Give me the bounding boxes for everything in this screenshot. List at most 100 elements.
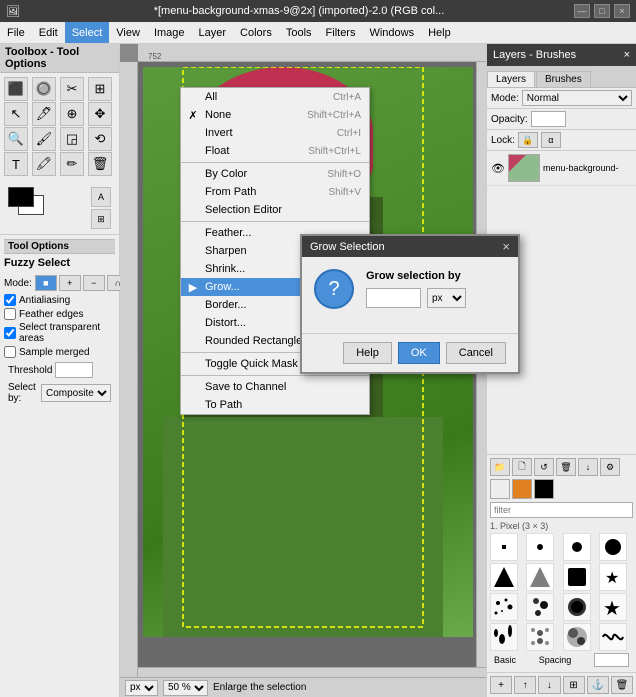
brush-cell-5[interactable] — [490, 563, 518, 591]
menu-entry-all[interactable]: All Ctrl+A — [181, 88, 369, 106]
mode-btn-subtract[interactable]: − — [83, 275, 105, 291]
mode-dropdown[interactable]: Normal — [522, 90, 632, 106]
tool-btn-16[interactable]: 🗑 — [88, 152, 112, 176]
tool-btn-3[interactable]: ✂ — [60, 77, 84, 101]
tool-btn-7[interactable]: ⊕ — [60, 102, 84, 126]
menu-select[interactable]: Select — [65, 22, 110, 43]
brush-cell-10[interactable] — [526, 593, 554, 621]
maximize-button[interactable]: □ — [594, 4, 610, 18]
menu-help[interactable]: Help — [421, 22, 458, 43]
tab-brushes[interactable]: Brushes — [536, 71, 591, 87]
brush-cell-11[interactable] — [563, 593, 591, 621]
brush-cell-3[interactable] — [563, 533, 591, 561]
tool-btn-11[interactable]: ◲ — [60, 127, 84, 151]
brush-cell-12[interactable]: ★ — [599, 593, 627, 621]
sample-merged-checkbox[interactable] — [4, 346, 16, 358]
grow-value-input[interactable]: 1 — [366, 288, 421, 308]
brush-new-btn[interactable]: 📁 — [490, 458, 510, 476]
menu-tools[interactable]: Tools — [279, 22, 319, 43]
color-swatch-fg[interactable] — [8, 187, 34, 207]
opacity-input[interactable]: 100.0 — [531, 111, 566, 127]
tool-btn-10[interactable]: 🖌 — [32, 127, 56, 151]
brush-settings-btn[interactable]: ⚙ — [600, 458, 620, 476]
brush-folder-btn[interactable]: 🗋 — [512, 458, 532, 476]
ok-button[interactable]: OK — [398, 342, 440, 364]
lower-layer-btn[interactable]: ↓ — [538, 676, 560, 694]
menu-entry-invert[interactable]: Invert Ctrl+I — [181, 124, 369, 142]
brush-cell-9[interactable] — [490, 593, 518, 621]
spacing-input[interactable]: 20.0 — [594, 653, 629, 667]
lock-alpha-btn[interactable]: α — [541, 132, 561, 148]
menu-entry-by-color[interactable]: By Color Shift+O — [181, 165, 369, 183]
raise-layer-btn[interactable]: ↑ — [514, 676, 536, 694]
cancel-button[interactable]: Cancel — [446, 342, 506, 364]
menu-entry-none[interactable]: ✗ None Shift+Ctrl+A — [181, 106, 369, 124]
layers-close-icon[interactable]: × — [624, 49, 630, 61]
brush-refresh-btn[interactable]: ↺ — [534, 458, 554, 476]
menu-entry-selection-editor[interactable]: Selection Editor — [181, 201, 369, 219]
brush-cell-13[interactable] — [490, 623, 518, 651]
tool-btn-15[interactable]: ✏ — [60, 152, 84, 176]
brush-to-image-btn[interactable]: ↓ — [578, 458, 598, 476]
grow-unit-select[interactable]: px in mm pt — [427, 288, 466, 308]
brush-cell-4[interactable] — [599, 533, 627, 561]
menu-entry-save-channel[interactable]: Save to Channel — [181, 378, 369, 396]
help-button[interactable]: Help — [343, 342, 392, 364]
brush-cell-7[interactable] — [563, 563, 591, 591]
tool-btn-4[interactable]: ⊞ — [88, 77, 112, 101]
delete-layer-btn[interactable]: 🗑 — [611, 676, 633, 694]
menu-layer[interactable]: Layer — [192, 22, 234, 43]
tool-btn-2[interactable]: 🔘 — [32, 77, 56, 101]
menu-filters[interactable]: Filters — [319, 22, 363, 43]
dialog-close-icon[interactable]: × — [502, 239, 510, 254]
feather-checkbox[interactable] — [4, 308, 16, 320]
mode-btn-add[interactable]: + — [59, 275, 81, 291]
close-button[interactable]: × — [614, 4, 630, 18]
brush-cell-15[interactable] — [563, 623, 591, 651]
tool-btn-9[interactable]: 🔍 — [4, 127, 28, 151]
anchor-layer-btn[interactable]: ⚓ — [587, 676, 609, 694]
lock-pixels-btn[interactable]: 🔒 — [518, 132, 538, 148]
tool-misc-2[interactable]: ⊞ — [91, 209, 111, 229]
zoom-select[interactable]: 50 % — [163, 680, 208, 696]
brush-swatch-1[interactable] — [490, 479, 510, 499]
duplicate-layer-btn[interactable]: ⊞ — [563, 676, 585, 694]
menu-image[interactable]: Image — [147, 22, 192, 43]
tool-btn-14[interactable]: 🖍 — [32, 152, 56, 176]
tool-fuzzy-select[interactable]: ⬛ — [4, 77, 28, 101]
brush-delete-btn[interactable]: 🗑 — [556, 458, 576, 476]
brush-cell-1[interactable] — [490, 533, 518, 561]
tool-btn-8[interactable]: ✥ — [88, 102, 112, 126]
transparent-checkbox[interactable] — [4, 327, 16, 339]
px-select[interactable]: px — [125, 680, 158, 696]
menu-windows[interactable]: Windows — [362, 22, 421, 43]
menu-edit[interactable]: Edit — [32, 22, 65, 43]
minimize-button[interactable]: — — [574, 4, 590, 18]
hscroll[interactable] — [138, 667, 486, 677]
brush-cell-8[interactable]: ★ — [599, 563, 627, 591]
menu-entry-to-path[interactable]: To Path — [181, 396, 369, 414]
menu-colors[interactable]: Colors — [233, 22, 279, 43]
brush-cell-16[interactable] — [599, 623, 627, 651]
menu-file[interactable]: File — [0, 22, 32, 43]
tool-btn-6[interactable]: 🖊 — [32, 102, 56, 126]
brush-filter-input[interactable] — [490, 502, 633, 518]
tool-btn-13[interactable]: T — [4, 152, 28, 176]
threshold-input[interactable]: 15.0 — [55, 362, 93, 378]
new-layer-btn[interactable]: + — [490, 676, 512, 694]
antialiasing-checkbox[interactable] — [4, 294, 16, 306]
tool-btn-5[interactable]: ↖ — [4, 102, 28, 126]
tool-misc-1[interactable]: A — [91, 187, 111, 207]
select-by-dropdown[interactable]: Composite — [41, 384, 111, 402]
brush-swatch-orange[interactable] — [512, 479, 532, 499]
brush-swatch-black[interactable] — [534, 479, 554, 499]
mode-btn-replace[interactable]: ■ — [35, 275, 57, 291]
menu-entry-from-path[interactable]: From Path Shift+V — [181, 183, 369, 201]
brush-cell-2[interactable] — [526, 533, 554, 561]
tab-layers[interactable]: Layers — [487, 71, 535, 87]
tool-btn-12[interactable]: ⟲ — [88, 127, 112, 151]
brush-cell-14[interactable] — [526, 623, 554, 651]
menu-view[interactable]: View — [109, 22, 147, 43]
brush-cell-6[interactable] — [526, 563, 554, 591]
menu-entry-float[interactable]: Float Shift+Ctrl+L — [181, 142, 369, 160]
